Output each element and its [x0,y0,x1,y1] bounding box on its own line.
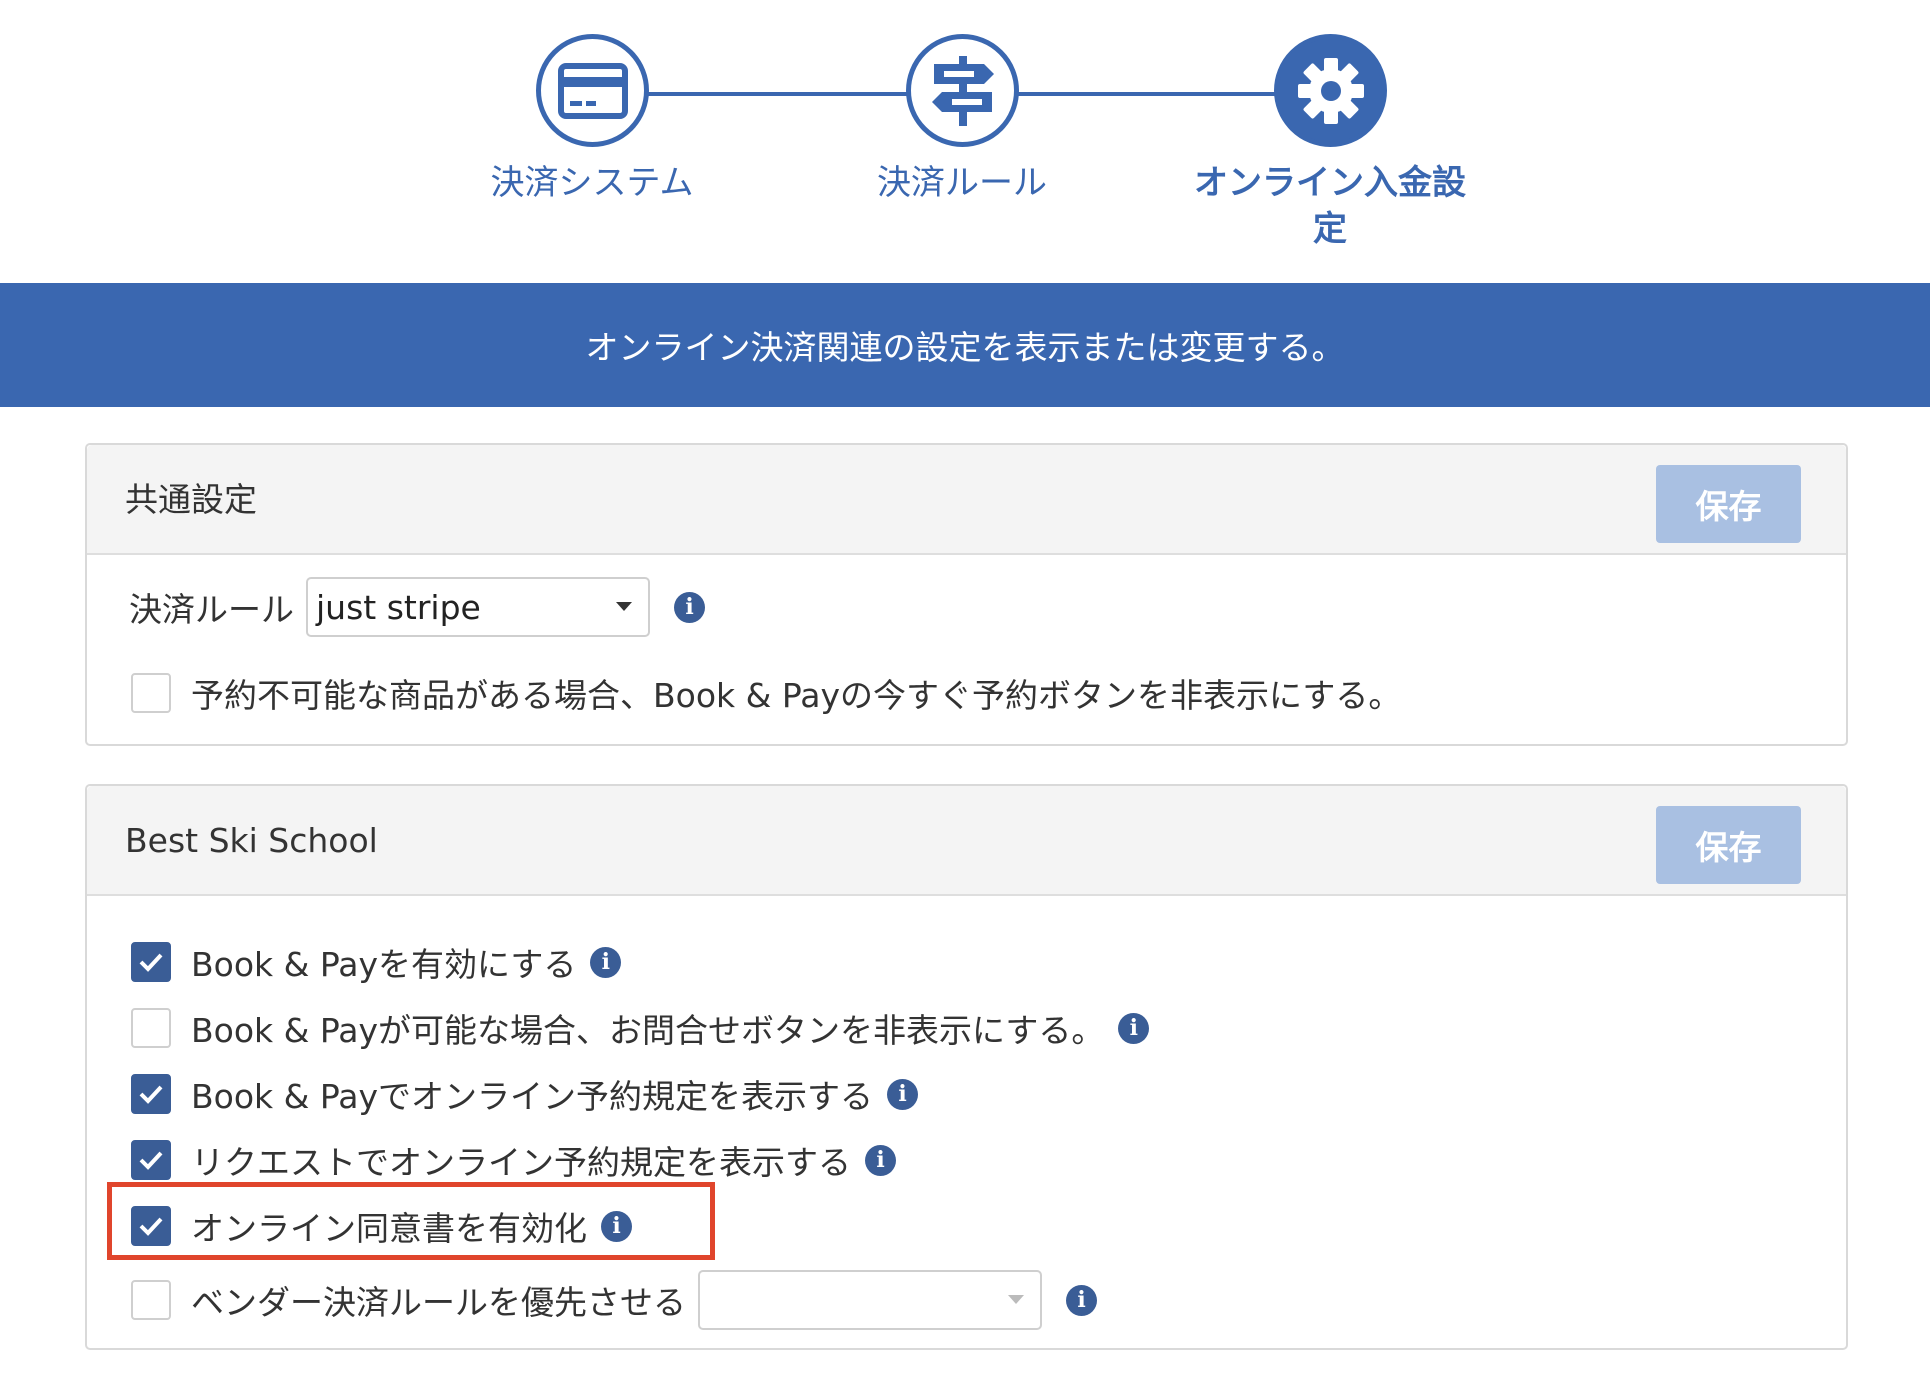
panel-title: Best Ski School [125,821,378,860]
checkmark-icon [139,1151,163,1170]
save-button[interactable]: 保存 [1656,806,1801,884]
chevron-down-icon [1008,1295,1024,1304]
enable-book-pay-checkbox[interactable] [131,942,171,982]
progress-stepper: 決済システム 決済ルール オンライン入金設定 [0,0,1930,283]
option-label: Book & Payを有効にする [191,945,577,984]
info-icon[interactable]: i [590,946,622,978]
signpost-icon [931,55,994,126]
school-settings-panel: Best Ski School 保存 Book & Payを有効にする i Bo… [85,784,1848,1350]
stepper-connector [1015,92,1282,96]
info-icon[interactable]: i [674,591,705,623]
step-payment-rules[interactable] [906,34,1019,147]
checkmark-icon [139,1085,163,1104]
option-label: リクエストでオンライン予約規定を表示する [191,1143,851,1182]
info-icon[interactable]: i [1066,1284,1097,1316]
hide-inquiry-button-checkbox[interactable] [131,1008,171,1048]
hide-book-now-label: 予約不可能な商品がある場合、Book & Payの今すぐ予約ボタンを非表示にする… [191,676,1402,715]
panel-header: 共通設定 保存 [87,445,1846,555]
hide-book-now-checkbox[interactable] [131,673,171,713]
payment-rule-row: 決済ルール just stripe i [129,577,705,637]
vendor-rule-select[interactable] [698,1270,1042,1330]
option-enable-book-pay: Book & Payを有効にする i [131,938,622,986]
info-icon[interactable]: i [887,1078,919,1110]
step-payment-system[interactable] [536,34,649,147]
option-show-terms-book-pay: Book & Payでオンライン予約規定を表示する i [131,1070,919,1118]
chevron-down-icon [616,602,632,611]
prefer-vendor-rules-checkbox[interactable] [131,1280,171,1320]
banner-text: オンライン決済関連の設定を表示または変更する。 [585,328,1345,367]
show-terms-request-checkbox[interactable] [131,1140,171,1180]
option-show-terms-request: リクエストでオンライン予約規定を表示する i [131,1136,896,1184]
info-icon[interactable]: i [1118,1012,1150,1044]
hide-book-now-row: 予約不可能な商品がある場合、Book & Payの今すぐ予約ボタンを非表示にする… [131,669,1401,717]
option-prefer-vendor-rules: ベンダー決済ルールを優先させる i [131,1270,1097,1330]
option-hide-inquiry-button: Book & Payが可能な場合、お問合せボタンを非表示にする。 i [131,1004,1150,1052]
info-banner: オンライン決済関連の設定を表示または変更する。 [0,283,1930,407]
panel-header: Best Ski School 保存 [87,786,1846,896]
option-label: Book & Payが可能な場合、お問合せボタンを非表示にする。 [191,1011,1105,1050]
show-terms-book-pay-checkbox[interactable] [131,1074,171,1114]
highlight-annotation [107,1182,715,1260]
option-label: ベンダー決済ルールを優先させる [191,1283,686,1322]
gear-icon [1297,57,1364,124]
common-settings-panel: 共通設定 保存 決済ルール just stripe i 予約不可能な商品がある場… [85,443,1848,746]
checkmark-icon [139,953,163,972]
payment-rule-label: 決済ルール [129,590,294,629]
stepper-connector [645,92,910,96]
step-label-payment-rules[interactable]: 決済ルール [842,160,1082,206]
info-icon[interactable]: i [865,1144,896,1176]
step-label-online-payment-settings[interactable]: オンライン入金設定 [1185,160,1475,252]
save-button[interactable]: 保存 [1656,465,1801,543]
panel-title: 共通設定 [125,480,257,519]
step-online-payment-settings[interactable] [1274,34,1387,147]
step-label-payment-system[interactable]: 決済システム [472,160,712,206]
payment-rule-select[interactable]: just stripe [306,577,650,637]
credit-card-icon [557,62,628,119]
payment-rule-select-value: just stripe [316,587,481,627]
option-label: Book & Payでオンライン予約規定を表示する [191,1077,874,1116]
